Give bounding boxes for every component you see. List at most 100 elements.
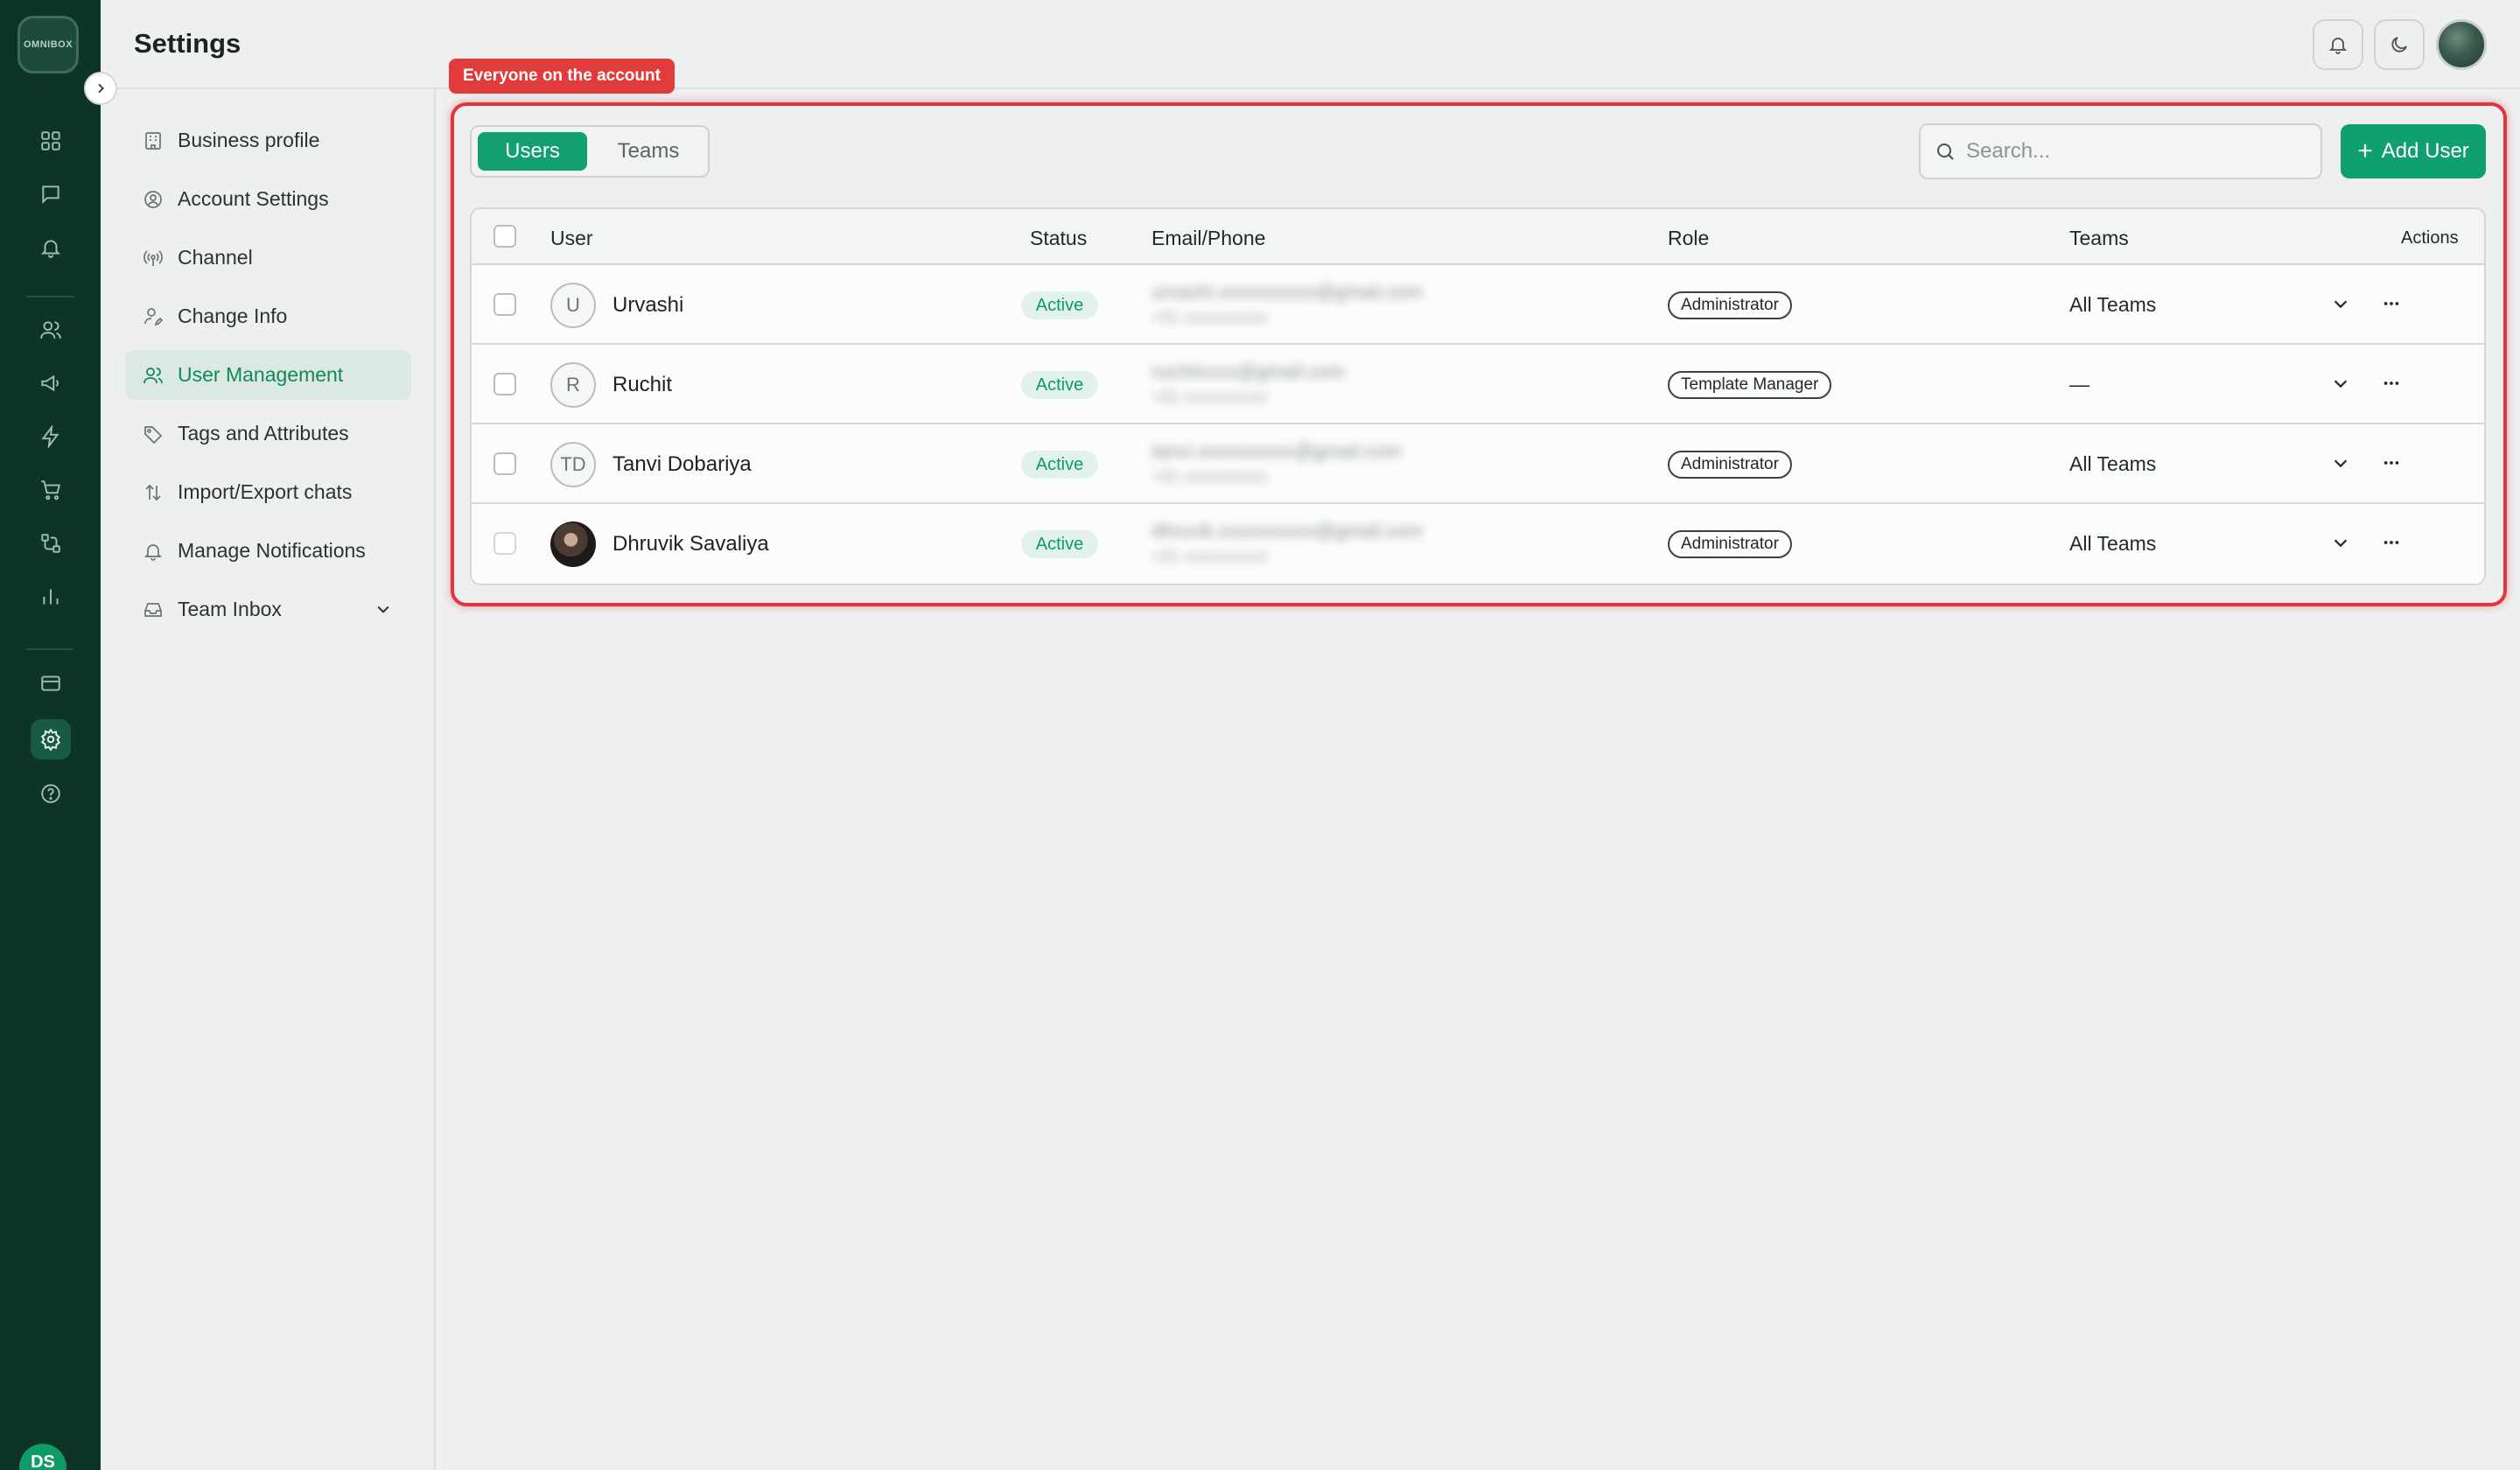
building-icon — [141, 129, 165, 153]
sidebar-item-team-inbox[interactable]: Team Inbox — [125, 584, 411, 634]
user-name: Tanvi Dobariya — [612, 452, 752, 476]
moon-icon — [2391, 37, 2407, 52]
tag-icon — [141, 422, 165, 446]
chevron-down-icon[interactable] — [2331, 374, 2350, 393]
avatar: TD — [550, 442, 596, 487]
plus-icon: + — [2357, 136, 2373, 165]
chevron-down-icon[interactable] — [2331, 453, 2350, 472]
user-email: urvashi.xxxxxxxxxx@gmail.com — [1152, 281, 1423, 303]
sidebar-item-channel[interactable]: Channel — [125, 233, 411, 283]
add-user-label: Add User — [2381, 139, 2469, 163]
users-table: User Status Email/Phone Role Teams Actio… — [470, 207, 2486, 585]
analytics-icon[interactable] — [31, 577, 71, 617]
user-edit-icon — [141, 304, 165, 329]
user-phone: +91 xxxxxxxxxx — [1152, 548, 1268, 566]
more-options-icon[interactable] — [2381, 294, 2402, 313]
users-teams-tabs: Users Teams — [470, 125, 710, 178]
sidebar-item-label: Channel — [178, 246, 253, 269]
current-user-avatar[interactable]: DS — [19, 1444, 66, 1470]
rail-divider — [26, 648, 74, 650]
table-header: User Status Email/Phone Role Teams Actio… — [472, 209, 2484, 265]
tab-teams[interactable]: Teams — [594, 132, 703, 171]
table-row[interactable]: U Urvashi Active urvashi.xxxxxxxxxx@gmai… — [472, 265, 2484, 345]
sidebar-item-label: Business profile — [178, 129, 320, 151]
cart-icon[interactable] — [31, 470, 71, 510]
highlight-tooltip: Everyone on the account — [449, 59, 675, 94]
sidebar-item-manage-notifications[interactable]: Manage Notifications — [125, 526, 411, 576]
settings-gear-icon[interactable] — [31, 719, 71, 760]
megaphone-icon[interactable] — [31, 363, 71, 403]
billing-card-icon[interactable] — [31, 663, 71, 704]
sidebar-item-label: Tags and Attributes — [178, 422, 349, 444]
app-rail: OMNIBOX DS — [0, 0, 101, 1470]
avatar: R — [550, 362, 596, 408]
dashboard-icon[interactable] — [31, 121, 71, 161]
help-icon[interactable] — [31, 774, 71, 814]
notification-bell-icon[interactable] — [31, 228, 71, 268]
role-badge: Administrator — [1668, 291, 1792, 319]
table-row[interactable]: Dhruvik Savaliya Active dhruvik.xxxxxxxx… — [472, 504, 2484, 584]
avatar: U — [550, 283, 596, 328]
sidebar-item-label: Team Inbox — [178, 598, 282, 620]
tab-users[interactable]: Users — [478, 132, 587, 171]
sidebar-item-business-profile[interactable]: Business profile — [125, 116, 411, 165]
table-row[interactable]: TD Tanvi Dobariya Active tanvi.xxxxxxxxx… — [472, 424, 2484, 504]
sidebar-item-label: Import/Export chats — [178, 480, 353, 503]
user-teams: All Teams — [2069, 532, 2157, 555]
sidebar-item-tags-attributes[interactable]: Tags and Attributes — [125, 409, 411, 458]
column-header-teams: Teams — [2069, 227, 2129, 249]
user-teams: All Teams — [2069, 293, 2157, 316]
page-title: Settings — [134, 28, 242, 59]
column-header-user: User — [550, 227, 593, 249]
rail-divider — [26, 296, 74, 298]
table-row[interactable]: R Ruchit Active ruchitxxxx@gmail.com +91… — [472, 345, 2484, 424]
sidebar-item-change-info[interactable]: Change Info — [125, 291, 411, 341]
status-badge: Active — [1021, 451, 1098, 479]
role-badge: Template Manager — [1668, 371, 1832, 399]
search-input[interactable] — [1966, 139, 2299, 164]
column-header-status: Status — [1030, 227, 1088, 249]
sidebar-item-user-management[interactable]: User Management — [125, 350, 411, 400]
flow-icon[interactable] — [31, 523, 71, 564]
user-email: dhruvik.xxxxxxxxxx@gmail.com — [1152, 520, 1423, 542]
users-icon — [141, 363, 165, 388]
chevron-down-icon[interactable] — [2331, 533, 2350, 552]
chevron-down-icon[interactable] — [374, 600, 392, 618]
role-badge: Administrator — [1668, 530, 1792, 558]
user-circle-icon — [141, 187, 165, 212]
settings-sidebar: Business profile Account Settings Channe… — [101, 89, 436, 1470]
contacts-icon[interactable] — [31, 310, 71, 350]
row-checkbox[interactable] — [494, 373, 516, 396]
user-phone: +91 xxxxxxxxxx — [1152, 388, 1268, 407]
sidebar-item-label: Manage Notifications — [178, 539, 366, 562]
sidebar-collapse-button[interactable] — [84, 72, 117, 105]
sidebar-item-label: User Management — [178, 363, 344, 386]
app-logo[interactable]: OMNIBOX — [18, 16, 79, 74]
logo-text: OMNIBOX — [23, 39, 74, 50]
theme-toggle-button[interactable] — [2374, 19, 2425, 70]
header-bell-button[interactable] — [2313, 19, 2363, 70]
user-email: ruchitxxxx@gmail.com — [1152, 360, 1345, 382]
row-checkbox[interactable] — [494, 452, 516, 475]
chat-icon[interactable] — [31, 174, 71, 214]
broadcast-icon — [141, 246, 165, 270]
inbox-icon — [141, 598, 165, 622]
user-teams: All Teams — [2069, 452, 2157, 475]
chevron-right-icon — [98, 83, 104, 94]
row-checkbox[interactable] — [494, 532, 516, 555]
profile-avatar[interactable] — [2436, 19, 2487, 70]
status-badge: Active — [1021, 291, 1098, 319]
lightning-icon[interactable] — [31, 416, 71, 457]
more-options-icon[interactable] — [2381, 453, 2402, 472]
select-all-checkbox[interactable] — [494, 225, 516, 248]
user-phone: +91 xxxxxxxxxx — [1152, 468, 1268, 486]
more-options-icon[interactable] — [2381, 374, 2402, 393]
chevron-down-icon[interactable] — [2331, 294, 2350, 313]
role-badge: Administrator — [1668, 451, 1792, 479]
row-checkbox[interactable] — [494, 293, 516, 316]
column-header-actions: Actions — [2401, 228, 2459, 248]
sidebar-item-import-export[interactable]: Import/Export chats — [125, 467, 411, 517]
sidebar-item-account-settings[interactable]: Account Settings — [125, 174, 411, 224]
add-user-button[interactable]: + Add User — [2341, 124, 2486, 178]
more-options-icon[interactable] — [2381, 533, 2402, 552]
